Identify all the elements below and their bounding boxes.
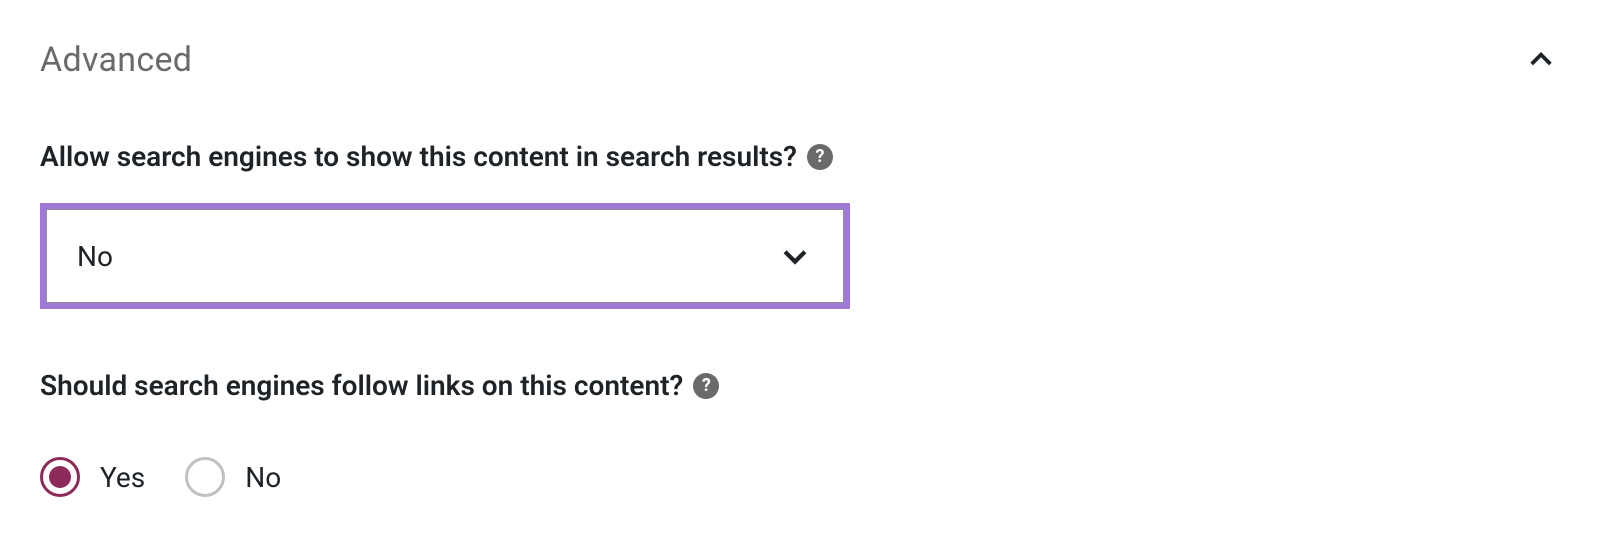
allow-search-select-inner[interactable]: No [46,209,844,303]
advanced-section-header[interactable]: Advanced [40,30,1560,80]
follow-links-field: Should search engines follow links on th… [40,369,1560,497]
follow-links-label-text: Should search engines follow links on th… [40,369,683,402]
help-icon[interactable]: ? [693,373,719,399]
follow-links-label: Should search engines follow links on th… [40,369,719,402]
allow-search-label: Allow search engines to show this conten… [40,140,833,173]
radio-label-no: No [245,461,281,494]
radio-option-yes[interactable]: Yes [40,457,145,497]
allow-search-select[interactable]: No [40,203,850,309]
radio-indicator-no [185,457,225,497]
allow-search-selected-value: No [77,240,113,273]
chevron-up-icon[interactable] [1522,41,1560,79]
radio-dot [49,466,71,488]
follow-links-radio-group: Yes No [40,457,1560,497]
allow-search-label-text: Allow search engines to show this conten… [40,140,797,173]
radio-indicator-yes [40,457,80,497]
radio-option-no[interactable]: No [185,457,281,497]
section-title: Advanced [40,40,192,80]
radio-label-yes: Yes [100,461,145,494]
allow-search-engines-field: Allow search engines to show this conten… [40,140,1560,309]
chevron-down-icon [777,238,813,274]
help-icon[interactable]: ? [807,144,833,170]
